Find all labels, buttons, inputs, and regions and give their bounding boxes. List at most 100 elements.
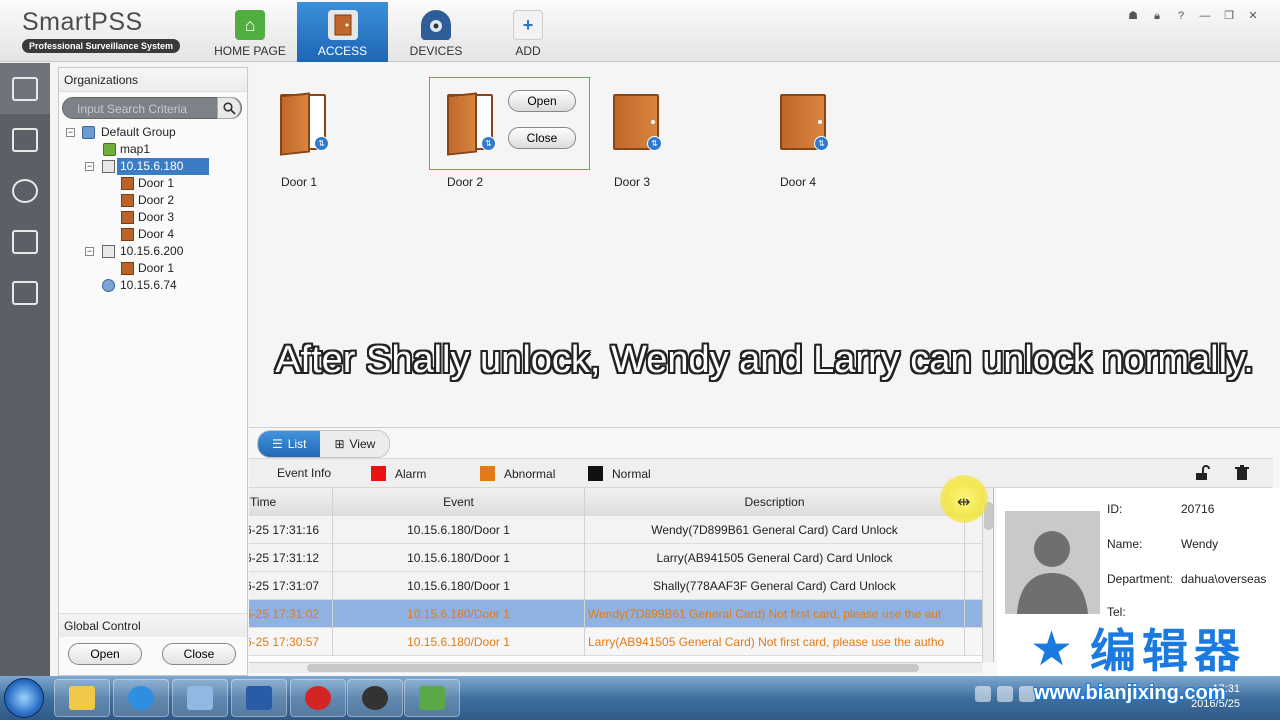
close-icon[interactable]: ✕ [1246,9,1260,23]
door-icon [121,194,134,207]
door-open-button[interactable]: Open [508,90,576,112]
search-record-tool-icon [12,280,38,305]
column-header-event[interactable]: Event [333,488,585,516]
tab-view[interactable]: ⊞ View [320,431,390,457]
cell-time: 6-25 17:31:12 [249,544,333,572]
user-manage-tool[interactable] [0,165,50,216]
tree-node-map1[interactable]: map1 [63,141,247,158]
tree-node-device-10-15-6-200[interactable]: − 10.15.6.200 [63,243,247,260]
nav-add[interactable]: + ADD [484,2,572,62]
taskbar-ie[interactable] [113,679,169,717]
column-header-time[interactable]: Time [249,488,333,516]
taskbar-clock[interactable]: 17:31 2016/5/25 [1191,682,1240,712]
table-row[interactable]: 6-25 17:31:07 10.15.6.180/Door 1 Shally(… [249,572,993,600]
tree-node-door[interactable]: Door 1 [63,175,247,192]
tree-node-door[interactable]: Door 1 [63,260,247,277]
column-header-description[interactable]: Description [585,488,965,516]
table-header: Time Event Description [249,488,993,516]
event-legend-bar: Event Info Alarm Abnormal Normal [249,458,1273,488]
person-photo [1005,511,1100,614]
access-door-tool[interactable] [0,63,50,114]
tray-network-icon[interactable] [975,686,991,702]
organization-tree: − Default Group map1 − 10.15.6.180 Door … [63,124,247,294]
report-tool-icon [12,229,38,254]
scroll-thumb[interactable] [307,664,919,672]
collapse-icon[interactable]: − [85,162,94,171]
tab-list[interactable]: ☰ List [258,431,321,457]
map-icon [103,143,116,156]
nav-access[interactable]: ACCESS [297,2,388,62]
vertical-scrollbar[interactable] [982,488,993,662]
cell-event: 10.15.6.180/Door 1 [333,544,585,572]
door-icon [121,228,134,241]
collapse-icon[interactable]: − [85,247,94,256]
event-table: Time Event Description 6-25 17:31:16 10.… [249,488,994,662]
table-row[interactable]: 6-25 17:31:16 10.15.6.180/Door 1 Wendy(7… [249,516,993,544]
taskbar-explorer[interactable] [54,679,110,717]
unlock-icon[interactable] [1194,465,1210,481]
door-icon [121,211,134,224]
global-open-button[interactable]: Open [68,643,142,665]
cell-description: Wendy(7D899B61 General Card) Not first c… [585,600,965,628]
tree-node-door[interactable]: Door 2 [63,192,247,209]
report-tool[interactable] [0,216,50,267]
tree-node-device-10-15-6-180[interactable]: − 10.15.6.180 [63,158,247,175]
tray-help-icon[interactable] [997,686,1013,702]
tree-label: Door 4 [138,227,175,241]
cell-event: 10.15.6.180/Door 1 [333,600,585,628]
cell-description: Wendy(7D899B61 General Card) Card Unlock [585,516,965,544]
taskbar-word[interactable] [231,679,287,717]
horizontal-scrollbar[interactable] [249,662,982,673]
search-record-tool[interactable] [0,267,50,318]
org-search-input[interactable] [77,101,217,116]
global-close-button[interactable]: Close [162,643,236,665]
tree-node-door[interactable]: Door 4 [63,226,247,243]
tray-volume-icon[interactable] [1019,686,1035,702]
home-icon: ⌂ [235,10,265,40]
door-label: Door 1 [281,175,318,189]
table-row[interactable]: 6-25 17:31:12 10.15.6.180/Door 1 Larry(A… [249,544,993,572]
door-3-icon[interactable]: ⇅ [613,94,663,154]
tree-label: Door 1 [138,261,175,275]
door-2-icon[interactable]: ⇅ [447,94,497,154]
restore-icon[interactable]: ❐ [1222,9,1236,23]
table-row[interactable]: 6-25 17:30:57 10.15.6.180/Door 1 Larry(A… [249,628,993,656]
tree-node-default-group[interactable]: − Default Group [63,124,247,141]
taskbar-red-app[interactable] [290,679,346,717]
taskbar-smartpss[interactable] [404,679,460,717]
door-4-icon[interactable]: ⇅ [780,94,830,154]
id-value: 20716 [1181,502,1215,516]
nav-label: ADD [515,44,541,58]
organizations-panel: Organizations − Default Group map1 − 10.… [58,67,248,676]
left-toolbar [0,63,50,676]
help-icon[interactable]: ? [1174,9,1188,23]
taskbar-media[interactable] [347,679,403,717]
card-person-tool[interactable] [0,114,50,165]
id-label: ID: [1107,502,1123,516]
collapse-icon[interactable]: − [66,128,75,137]
grid-icon: ⊞ [334,437,345,451]
door-1-icon[interactable]: ⇅ [280,94,330,154]
user-icon[interactable]: ☗ [1126,9,1140,23]
view-toggle: ☰ List ⊞ View [257,430,391,458]
department-label: Department: [1107,572,1174,586]
nav-home-page[interactable]: ⌂ HOME PAGE [204,2,296,62]
name-label: Name: [1107,537,1143,551]
start-button[interactable] [4,678,44,718]
tree-node-door[interactable]: Door 3 [63,209,247,226]
nav-devices[interactable]: DEVICES [390,2,482,62]
tree-node-device-10-15-6-74[interactable]: 10.15.6.74 [63,277,247,294]
door-close-button[interactable]: Close [508,127,576,149]
access-controller-icon [102,245,115,258]
trash-icon[interactable] [1234,465,1250,481]
lock-icon[interactable]: 🔒︎ [1150,9,1164,23]
door-access-icon [327,10,358,40]
smartpss-window: SmartPSS Professional Surveillance Syste… [0,0,1280,720]
table-row-selected[interactable]: 6-25 17:31:02 10.15.6.180/Door 1 Wendy(7… [249,600,993,628]
door-label: Door 3 [614,175,651,189]
minimize-icon[interactable]: — [1198,9,1212,23]
legend-event-info: Event Info [277,466,331,480]
taskbar-remote[interactable] [172,679,228,717]
group-icon [82,126,95,139]
search-button[interactable] [217,97,241,119]
